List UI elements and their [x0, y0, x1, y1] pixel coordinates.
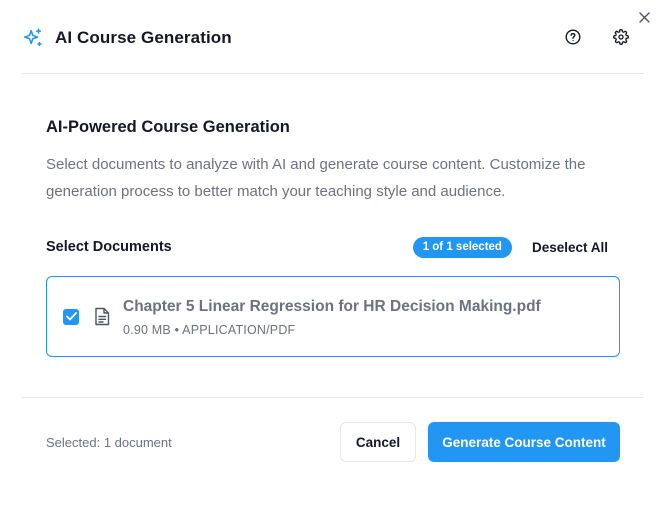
documents-controls: 1 of 1 selected Deselect All	[412, 236, 620, 258]
footer-divider	[22, 397, 644, 398]
help-button[interactable]	[562, 26, 584, 48]
help-circle-icon	[565, 29, 581, 45]
section-description: Select documents to analyze with AI and …	[46, 156, 586, 200]
dialog-title: AI Course Generation	[55, 28, 232, 47]
documents-header: Select Documents 1 of 1 selected Deselec…	[46, 236, 620, 258]
generate-course-content-button[interactable]: Generate Course Content	[428, 422, 620, 462]
intro-section: AI-Powered Course Generation Select docu…	[46, 118, 622, 205]
check-icon	[65, 312, 77, 321]
sparkles-icon	[22, 27, 44, 49]
section-title: AI-Powered Course Generation	[46, 118, 290, 136]
dialog-header: AI Course Generation	[22, 22, 642, 54]
close-icon	[638, 11, 650, 23]
course-generation-dialog: AI Course Generation AI-Powered Course G…	[0, 0, 668, 505]
settings-button[interactable]	[610, 26, 632, 48]
cancel-button[interactable]: Cancel	[340, 422, 416, 462]
documents-label: Select Documents	[46, 239, 172, 255]
deselect-all-button[interactable]: Deselect All	[532, 240, 608, 255]
footer-buttons: Cancel Generate Course Content	[340, 422, 620, 462]
document-info: Chapter 5 Linear Regression for HR Decis…	[123, 298, 541, 337]
selection-count-badge: 1 of 1 selected	[412, 236, 512, 258]
header-divider	[22, 73, 644, 74]
document-item[interactable]: Chapter 5 Linear Regression for HR Decis…	[46, 276, 620, 357]
document-meta: 0.90 MB • APPLICATION/PDF	[123, 323, 296, 337]
document-checkbox[interactable]	[63, 308, 79, 325]
header-actions	[562, 26, 632, 48]
dialog-footer: Selected: 1 document Cancel Generate Cou…	[46, 422, 620, 462]
gear-icon	[613, 29, 629, 45]
file-text-icon	[93, 307, 111, 327]
selected-count-text: Selected: 1 document	[46, 434, 172, 450]
document-name: Chapter 5 Linear Regression for HR Decis…	[123, 298, 541, 315]
